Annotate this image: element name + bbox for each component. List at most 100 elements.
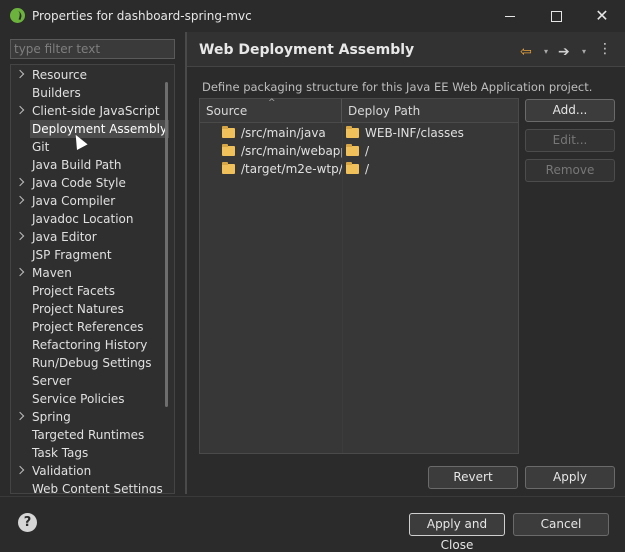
tree-item[interactable]: JSP Fragment (11, 246, 161, 264)
tree-item[interactable]: Java Compiler (11, 192, 161, 210)
tree-item-label: Validation (32, 464, 92, 478)
table-row[interactable]: /target/m2e-wtp/w / (200, 160, 518, 178)
close-button[interactable]: ✕ (579, 0, 625, 32)
deploy-path-cell: / (346, 160, 516, 178)
window-title: Properties for dashboard-spring-mvc (32, 9, 252, 23)
tree-item[interactable]: Validation (11, 462, 161, 480)
tree-item[interactable]: Project Facets (11, 282, 161, 300)
tree-item[interactable]: Java Editor (11, 228, 161, 246)
tree-item-label: Javadoc Location (32, 212, 134, 226)
tree-item[interactable]: Web Content Settings (11, 480, 163, 493)
apply-button[interactable]: Apply (525, 466, 615, 489)
tree-item-label: Java Compiler (32, 194, 116, 208)
deploy-path: / (365, 162, 370, 176)
tree-item-label: Builders (32, 86, 81, 100)
chevron-right-icon[interactable] (15, 231, 25, 241)
column-header-deploy-path[interactable]: Deploy Path (342, 99, 518, 123)
tree-item[interactable]: Project Natures (11, 300, 161, 318)
tree-item-label: Git (32, 140, 50, 154)
properties-tree: Resource Builders Client-side JavaScript De… (10, 64, 175, 494)
tree-item-label: Run/Debug Settings (32, 356, 152, 370)
tree-item[interactable]: Server (11, 372, 161, 390)
chevron-right-icon[interactable] (15, 465, 25, 475)
tree-item[interactable]: Resource (11, 66, 161, 84)
source-path: /src/main/webapp (241, 144, 342, 158)
tree-item[interactable]: Targeted Runtimes (11, 426, 161, 444)
tree-item[interactable]: Javadoc Location (11, 210, 161, 228)
tree-item-label: JSP Fragment (32, 248, 112, 262)
tree-item[interactable]: Java Code Style (11, 174, 161, 192)
minimize-button[interactable] (487, 0, 533, 32)
deploy-path: / (365, 144, 370, 158)
apply-and-close-button[interactable]: Apply and Close (409, 513, 505, 552)
filter-input[interactable] (10, 39, 175, 59)
chevron-right-icon[interactable] (15, 267, 25, 277)
tree-item-label: Targeted Runtimes (32, 428, 145, 442)
deploy-path-cell: / (346, 142, 516, 160)
chevron-right-icon[interactable] (15, 177, 25, 187)
tree-item-label: Resource (32, 68, 88, 82)
tree-item[interactable]: Refactoring History (11, 336, 161, 354)
forward-dropdown-icon[interactable]: ▾ (582, 47, 586, 56)
help-icon[interactable]: ? (18, 513, 37, 532)
forward-arrow-icon[interactable]: ➔ (558, 44, 570, 60)
tree-item-label: Spring (32, 410, 71, 424)
tree-item[interactable]: Project References (11, 318, 161, 336)
pane-divider[interactable] (185, 32, 187, 494)
title-bar: Properties for dashboard-spring-mvc ✕ (0, 0, 625, 32)
chevron-right-icon[interactable] (15, 411, 25, 421)
add-button[interactable]: Add... (525, 99, 615, 122)
tree-item-label: Deployment Assembly (30, 120, 170, 138)
back-arrow-icon[interactable]: ⇦ (520, 44, 532, 60)
folder-icon (346, 144, 359, 156)
tree-item[interactable]: Task Tags (11, 444, 161, 462)
table-row[interactable]: /src/main/java WEB-INF/classes (200, 124, 518, 142)
source-cell: /src/main/webapp (222, 142, 342, 160)
tree-item[interactable]: Maven (11, 264, 161, 282)
tree-scrollbar[interactable] (165, 82, 168, 407)
dialog-footer: ? Apply and Close Cancel (0, 496, 625, 552)
column-header-source-label: Source (206, 104, 248, 118)
column-header-deploy-label: Deploy Path (348, 104, 421, 118)
tree-item-label: Project Facets (32, 284, 115, 298)
folder-icon (222, 126, 235, 138)
tree-item-label: Maven (32, 266, 72, 280)
deployment-assembly-table[interactable]: ^ Source Deploy Path /src/main/java WEB-I… (199, 98, 519, 454)
tree-item-label: Server (32, 374, 72, 388)
chevron-right-icon[interactable] (15, 69, 25, 79)
maximize-button[interactable] (533, 0, 579, 32)
tree-item-label: Java Editor (32, 230, 97, 244)
tree-item[interactable]: Run/Debug Settings (11, 354, 161, 372)
edit-button[interactable]: Edit... (525, 129, 615, 152)
table-row[interactable]: /src/main/webapp / (200, 142, 518, 160)
tree-item[interactable]: Client-side JavaScript (11, 102, 161, 120)
column-header-source[interactable]: ^ Source (200, 98, 342, 123)
folder-icon (346, 126, 359, 138)
deploy-path: WEB-INF/classes (365, 126, 464, 140)
tree-item[interactable]: Deployment Assembly (11, 120, 170, 138)
source-path: /target/m2e-wtp/w (241, 162, 342, 176)
tree-item[interactable]: Builders (11, 84, 161, 102)
back-dropdown-icon[interactable]: ▾ (544, 47, 548, 56)
chevron-right-icon[interactable] (15, 195, 25, 205)
remove-button[interactable]: Remove (525, 159, 615, 182)
sort-caret-icon: ^ (268, 98, 276, 108)
tree-item-label: Refactoring History (32, 338, 148, 352)
tree-item-label: Project Natures (32, 302, 124, 316)
folder-icon (222, 144, 235, 156)
tree-item[interactable]: Java Build Path (11, 156, 161, 174)
tree-item-label: Java Code Style (32, 176, 126, 190)
revert-button[interactable]: Revert (428, 466, 518, 489)
tree-item-label: Service Policies (32, 392, 125, 406)
folder-icon (222, 162, 235, 174)
tree-item[interactable]: Spring (11, 408, 161, 426)
tree-item-label: Project References (32, 320, 144, 334)
page-header: Web Deployment Assembly ⇦ ▾ ➔ ▾ ⋮ (187, 32, 625, 67)
source-cell: /target/m2e-wtp/w (222, 160, 342, 178)
tree-item[interactable]: Service Policies (11, 390, 161, 408)
tree-item-label: Client-side JavaScript (32, 104, 160, 118)
cancel-button[interactable]: Cancel (513, 513, 609, 536)
source-cell: /src/main/java (222, 124, 342, 142)
chevron-right-icon[interactable] (15, 105, 25, 115)
view-menu-icon[interactable]: ⋮ (598, 41, 612, 57)
